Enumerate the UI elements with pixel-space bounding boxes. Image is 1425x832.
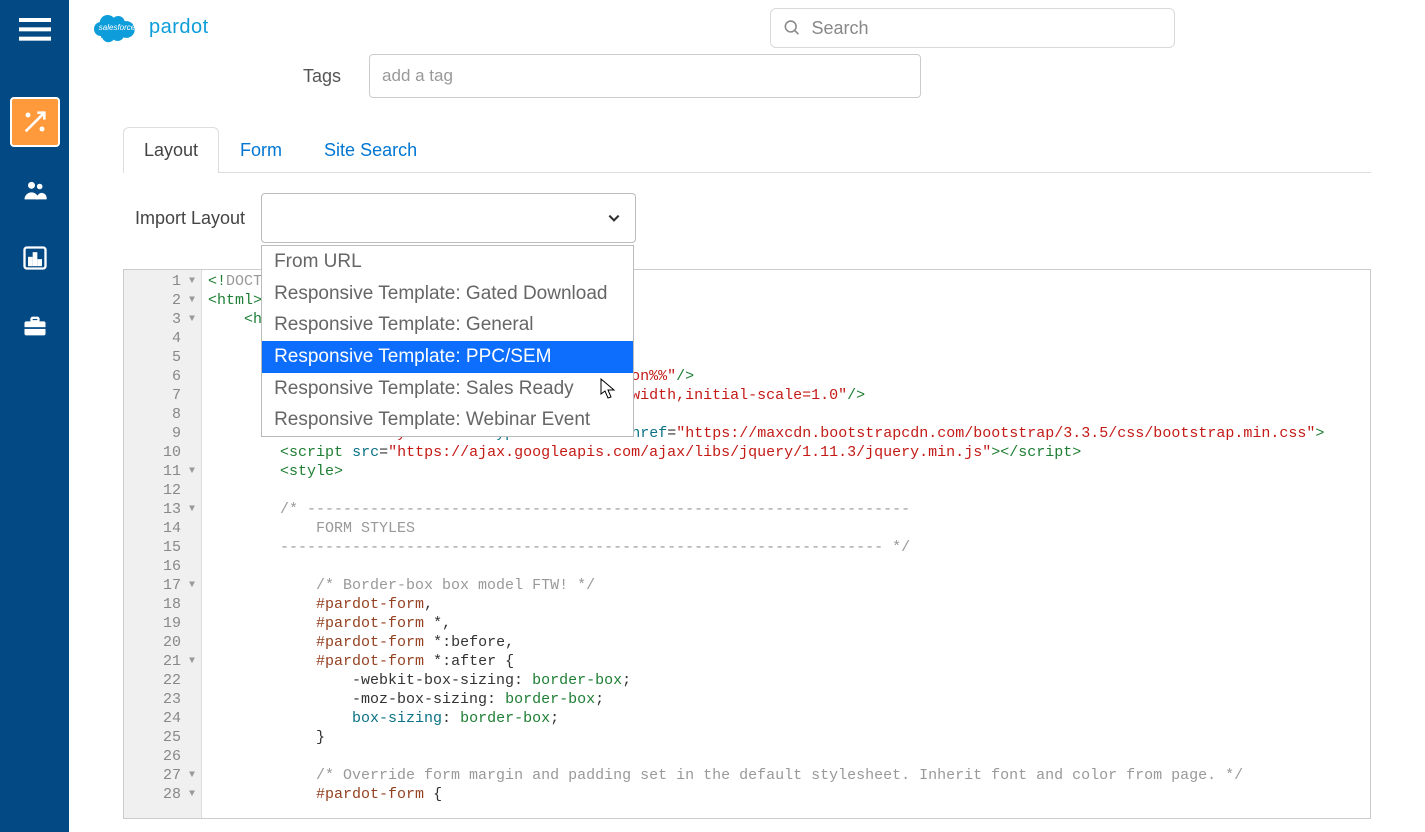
tab-layout[interactable]: Layout (123, 127, 219, 173)
salesforce-cloud-icon: salesforce (89, 8, 145, 46)
tags-input[interactable] (382, 66, 908, 86)
svg-text:salesforce: salesforce (99, 23, 136, 32)
import-layout-select[interactable]: From URL Responsive Template: Gated Down… (261, 193, 636, 243)
dropdown-option[interactable]: Responsive Template: General (262, 309, 633, 341)
chevron-down-icon (607, 211, 621, 225)
tabs-bar: Layout Form Site Search (123, 126, 1371, 173)
tags-row: Tags (303, 54, 1371, 98)
search-input[interactable] (812, 18, 1163, 39)
dropdown-option-highlighted[interactable]: Responsive Template: PPC/SEM (262, 341, 633, 373)
nav-briefcase-icon[interactable] (10, 301, 60, 351)
brand-product-text: pardot (149, 16, 209, 39)
dropdown-option[interactable]: Responsive Template: Gated Download (262, 278, 633, 310)
left-sidebar (0, 0, 69, 832)
search-icon (783, 18, 802, 38)
import-layout-dropdown: From URL Responsive Template: Gated Down… (261, 245, 634, 437)
tags-input-container[interactable] (369, 54, 921, 98)
main-content: Tags Layout Form Site Search Import Layo… (69, 54, 1425, 832)
import-select-display[interactable] (261, 193, 636, 243)
tab-site-search[interactable]: Site Search (303, 127, 438, 173)
dropdown-option[interactable]: From URL (262, 246, 633, 278)
hamburger-icon[interactable] (19, 10, 51, 55)
code-gutter: 1▼2▼3▼4567891011▼1213▼14151617▼18192021▼… (124, 270, 202, 818)
nav-chart-icon[interactable] (10, 233, 60, 283)
import-layout-row: Import Layout From URL Responsive Templa… (135, 193, 1371, 243)
brand-logo[interactable]: salesforce pardot (89, 8, 209, 46)
tab-form[interactable]: Form (219, 127, 303, 173)
nav-people-icon[interactable] (10, 165, 60, 215)
import-layout-label: Import Layout (135, 208, 245, 229)
nav-wand-icon[interactable] (10, 97, 60, 147)
dropdown-option[interactable]: Responsive Template: Webinar Event (262, 404, 633, 436)
global-search[interactable] (770, 8, 1175, 48)
tags-label: Tags (303, 66, 341, 87)
top-header: salesforce pardot (69, 0, 1425, 54)
dropdown-option[interactable]: Responsive Template: Sales Ready (262, 373, 633, 405)
